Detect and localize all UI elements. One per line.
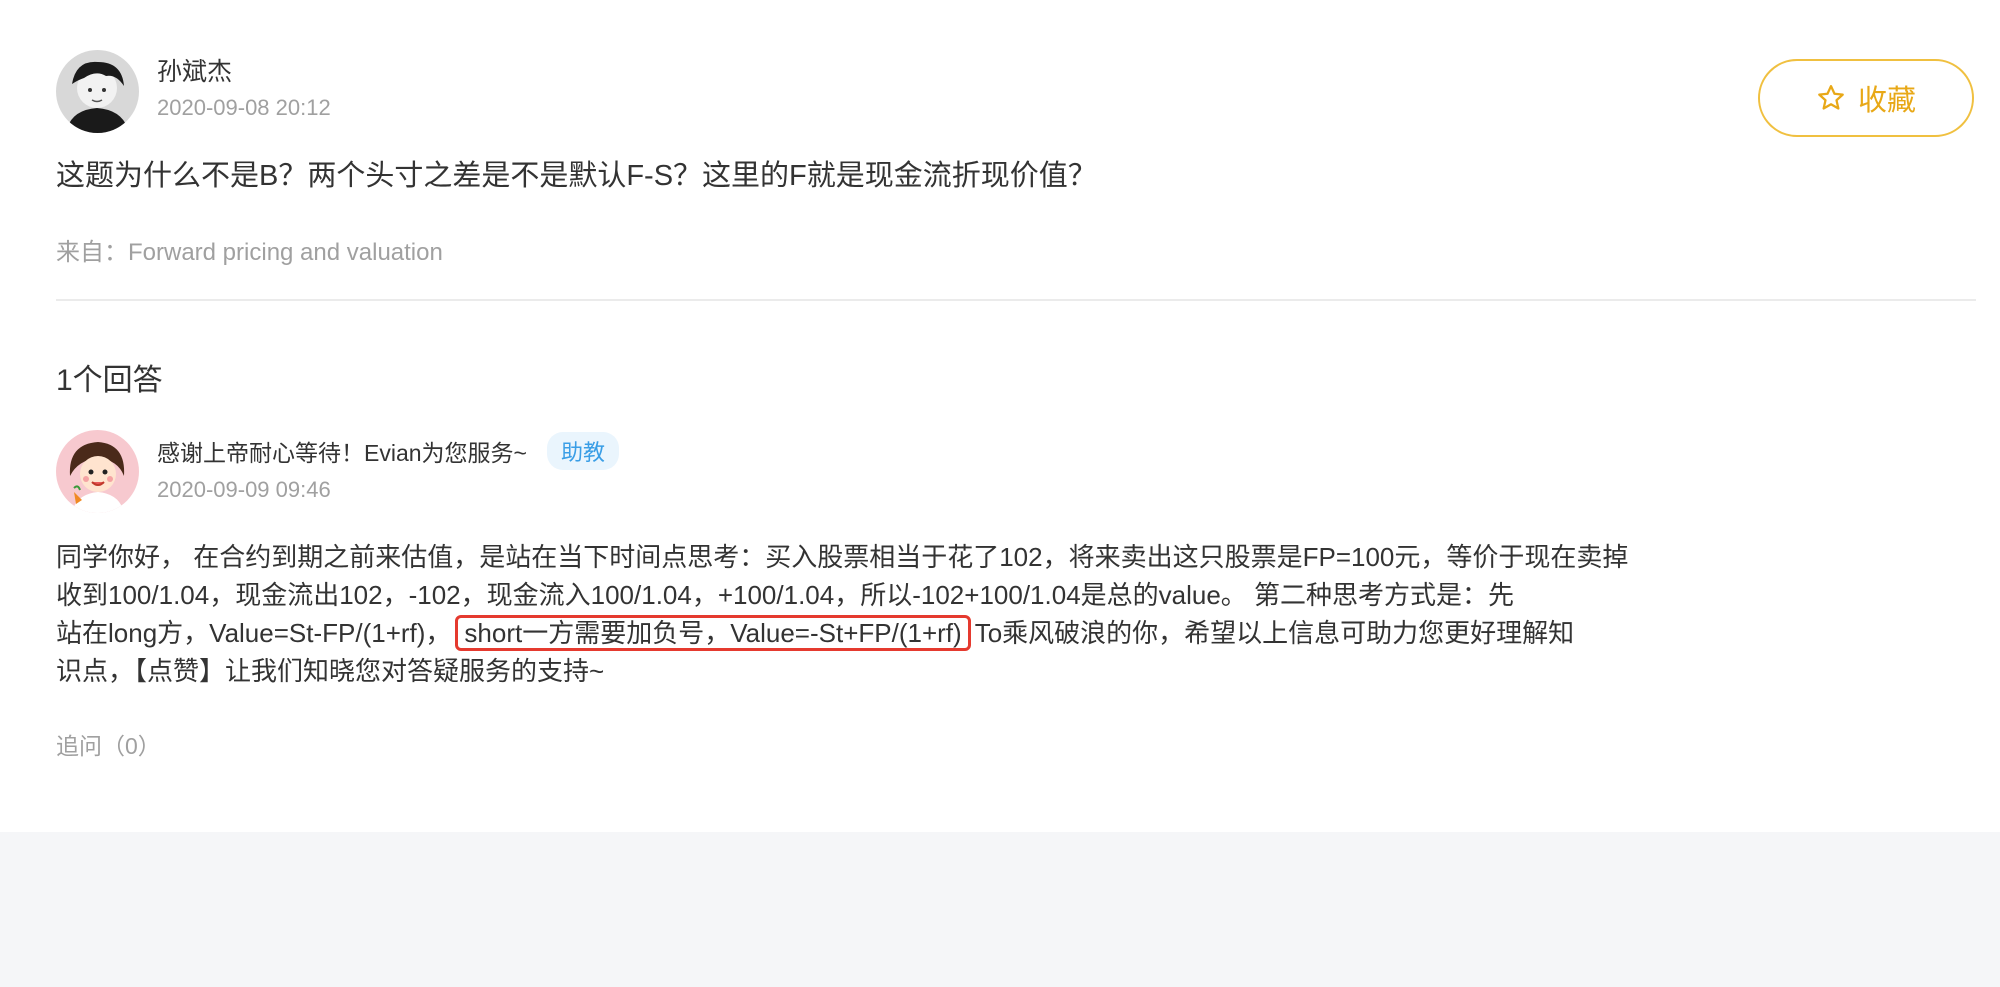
star-outline-icon: [1816, 83, 1846, 113]
favorite-label: 收藏: [1857, 85, 1916, 117]
section-divider: [56, 299, 1976, 301]
answer-line: 站在long方，Value=St-FP/(1+rf)， short一方需要加负号，…: [56, 614, 1756, 652]
question-timestamp: 2020-09-08 20:12: [157, 95, 331, 120]
question-source[interactable]: 来自：Forward pricing and valuation: [56, 232, 443, 267]
answerer-name[interactable]: 感谢上帝耐心等待！Evian为您服务~: [157, 434, 527, 468]
answer-timestamp: 2020-09-09 09:46: [157, 477, 331, 502]
answer-line-segment: 站在long方，Value=St-FP/(1+rf)，: [56, 618, 452, 648]
answer-line: 收到100/1.04，现金流出102，-102，现金流入100/1.04，+10…: [56, 580, 1515, 610]
followup-link[interactable]: 追问（0）: [56, 727, 161, 761]
teaching-assistant-badge: 助教: [546, 432, 619, 470]
page-background-footer: [0, 832, 2000, 987]
answer-count-heading: 1个回答: [56, 364, 163, 397]
answerer-avatar[interactable]: [56, 430, 139, 513]
answer-line-segment: To乘风破浪的你，希望以上信息可助力您更好理解知: [974, 618, 1575, 648]
question-text: 这题为什么不是B？两个头寸之差是不是默认F-S？这里的F就是现金流折现价值？: [56, 160, 1097, 192]
answerer-name-row: 感谢上帝耐心等待！Evian为您服务~ 助教: [157, 432, 619, 470]
answer-line: 同学你好， 在合约到期之前来估值，是站在当下时间点思考：买入股票相当于花了102…: [56, 542, 1629, 572]
answer-text: 同学你好， 在合约到期之前来估值，是站在当下时间点思考：买入股票相当于花了102…: [56, 538, 1756, 690]
questioner-name[interactable]: 孙斌杰: [157, 52, 232, 88]
favorite-button[interactable]: 收藏: [1758, 59, 1974, 137]
answer-line: 识点，【点赞】让我们知晓您对答疑服务的支持~: [56, 656, 605, 686]
highlighted-formula: short一方需要加负号，Value=-St+FP/(1+rf): [455, 615, 971, 651]
question-card: 孙斌杰 2020-09-08 20:12 收藏 这题为什么不是B？两个头寸之差是…: [0, 0, 2000, 832]
questioner-avatar[interactable]: [56, 50, 139, 133]
